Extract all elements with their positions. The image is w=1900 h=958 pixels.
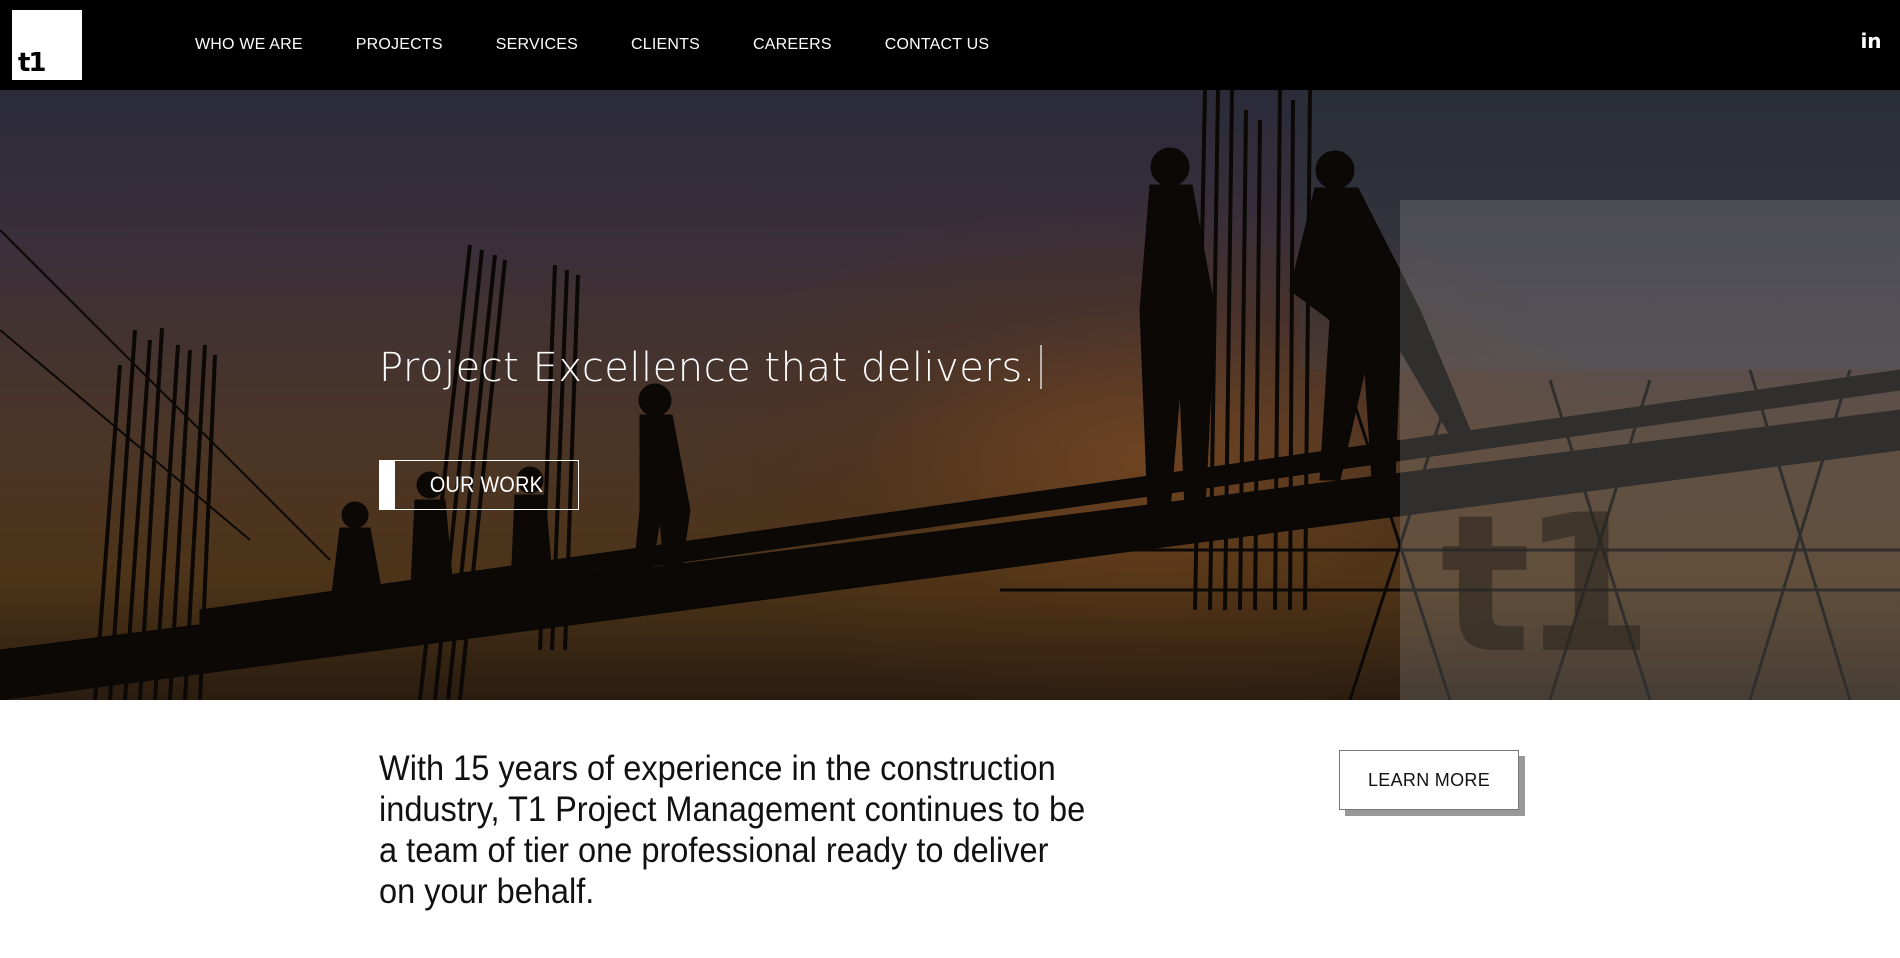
nav-clients[interactable]: CLIENTS: [631, 36, 700, 54]
site-logo[interactable]: t1: [12, 10, 82, 80]
button-accent-stripe: [380, 461, 395, 509]
intro-paragraph: With 15 years of experience in the const…: [379, 749, 1086, 911]
text-cursor: [1039, 345, 1042, 389]
logo-text: t1: [18, 48, 46, 78]
nav-services[interactable]: SERVICES: [496, 36, 578, 54]
hero-title: Project Excellence that delivers.: [379, 345, 1042, 391]
site-header: t1 WHO WE ARE PROJECTS SERVICES CLIENTS …: [0, 0, 1900, 90]
brand-watermark: t1: [1440, 474, 1653, 695]
linkedin-icon[interactable]: in: [1860, 30, 1882, 52]
hero-banner: t1 Project Excellence that delivers. OUR…: [0, 90, 1900, 700]
nav-careers[interactable]: CAREERS: [753, 36, 832, 54]
our-work-button[interactable]: OUR WORK: [379, 460, 579, 510]
hero-title-text: Project Excellence that delivers.: [379, 345, 1036, 391]
nav-who-we-are[interactable]: WHO WE ARE: [195, 36, 303, 54]
our-work-label: OUR WORK: [429, 472, 544, 497]
nav-projects[interactable]: PROJECTS: [356, 36, 443, 54]
learn-more-button[interactable]: LEARN MORE: [1339, 750, 1519, 810]
main-nav: WHO WE ARE PROJECTS SERVICES CLIENTS CAR…: [195, 0, 1042, 90]
nav-contact-us[interactable]: CONTACT US: [885, 36, 990, 54]
